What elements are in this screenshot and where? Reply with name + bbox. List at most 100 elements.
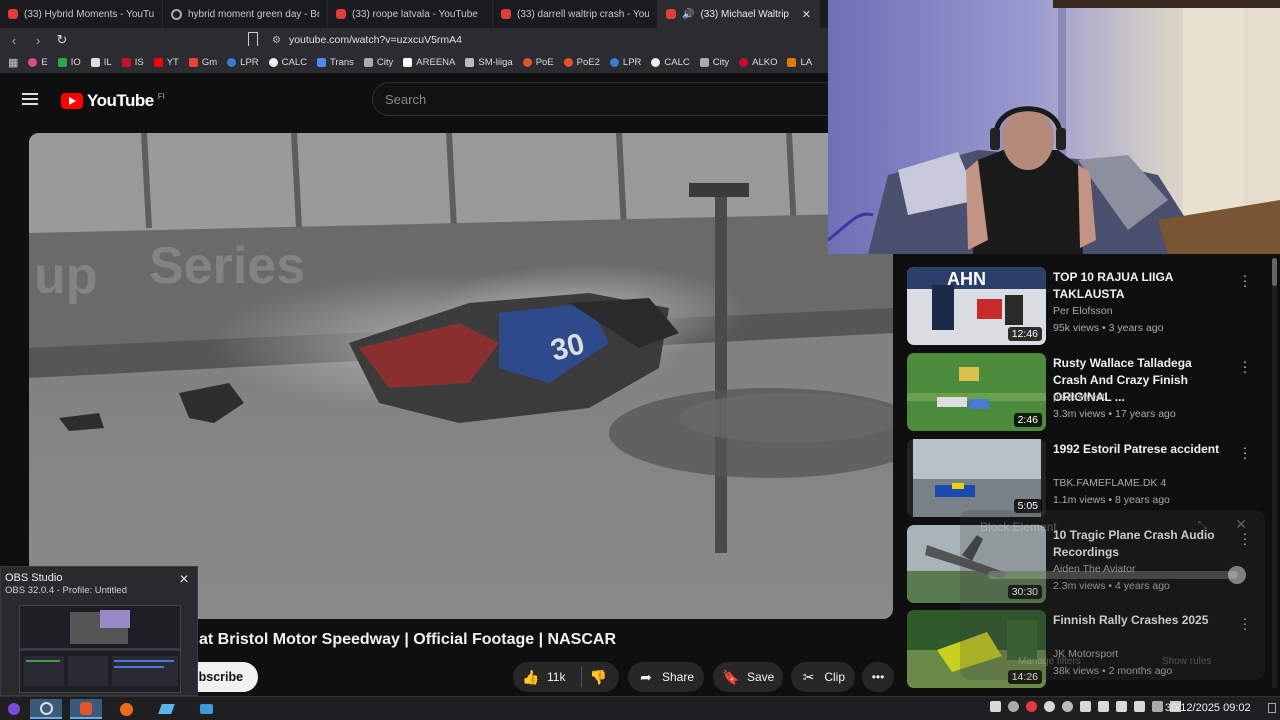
tab-darrell-waltrip[interactable]: (33) darrell waltrip crash - YouTu: [493, 0, 658, 28]
clipboard-icon[interactable]: [1098, 701, 1109, 712]
video-thumbnail[interactable]: AHN 12:46: [907, 267, 1046, 345]
like-count[interactable]: 11k: [547, 670, 565, 684]
taskbar-obs-studio[interactable]: [30, 699, 62, 719]
show-rules-button[interactable]: Show rules: [1162, 656, 1211, 667]
search-input[interactable]: Search: [372, 82, 828, 116]
tray-app-icon[interactable]: [1008, 701, 1019, 712]
steam-tray-icon[interactable]: [1044, 701, 1055, 712]
bookmark-yt[interactable]: YT: [153, 57, 179, 68]
taskbar-clock[interactable]: 30/12/2025 09:02: [1165, 702, 1251, 714]
bookmark-favicon-icon: [363, 58, 373, 67]
video-metadata: 95k views • 3 years ago: [1053, 322, 1164, 334]
like-dislike-group: 👍 11k 👎: [513, 662, 619, 692]
taskbar-firefox[interactable]: [110, 699, 142, 719]
media-play-icon[interactable]: [1062, 701, 1073, 712]
video-metadata: 1.1m views • 8 years ago: [1053, 494, 1170, 506]
tab-title: (33) Michael Waltrip Crash: [700, 8, 789, 20]
scrollbar-thumb[interactable]: [1272, 258, 1277, 286]
bookmark-favicon-icon: [121, 58, 131, 67]
bookmark-alko[interactable]: ALKO: [739, 57, 777, 68]
reload-icon[interactable]: ↻: [52, 30, 72, 50]
youtube-favicon-icon: [501, 9, 511, 19]
clip-button[interactable]: ✂ Clip: [791, 662, 855, 692]
apps-grid-icon[interactable]: ▦: [8, 56, 18, 69]
slider-knob[interactable]: [1228, 566, 1246, 584]
save-button[interactable]: 🔖 Save: [713, 662, 783, 692]
bookmark-page-icon[interactable]: [248, 32, 258, 46]
channel-name[interactable]: TBK.FAMEFLAME.DK 4: [1053, 477, 1166, 489]
taskbar-steam[interactable]: [150, 699, 182, 719]
obs-window-thumbnail[interactable]: [19, 605, 181, 693]
more-actions-button[interactable]: •••: [862, 662, 894, 692]
video-title[interactable]: TOP 10 RAJUA LIIGA TAKLAUSTA: [1053, 269, 1223, 303]
bookmark-areena[interactable]: AREENA: [403, 57, 455, 68]
more-horizontal-icon: •••: [871, 670, 885, 684]
video-title[interactable]: 1992 Estoril Patrese accident: [1053, 441, 1223, 458]
bookmark-lpr[interactable]: LPR: [227, 57, 259, 68]
start-menu-icon[interactable]: [0, 699, 28, 719]
bookmark-io[interactable]: IO: [57, 57, 81, 68]
bookmark-favicon-icon: [465, 58, 475, 67]
video-metadata: 3.3m views • 17 years ago: [1053, 408, 1176, 420]
bookmark-e[interactable]: E: [28, 57, 48, 68]
bookmark-city[interactable]: City: [363, 57, 393, 68]
close-icon[interactable]: ✕: [1235, 516, 1247, 533]
channel-name[interactable]: Per Elofsson: [1053, 305, 1113, 317]
back-arrow-icon[interactable]: ‹: [4, 30, 24, 50]
speaker-audio-icon[interactable]: 🔊: [682, 9, 694, 20]
bookmark-sm-liiga[interactable]: SM-liiga: [465, 57, 513, 68]
bookmark-city-2[interactable]: City: [699, 57, 729, 68]
video-player[interactable]: up Series 30: [29, 133, 893, 619]
video-title: at Bristol Motor Speedway | Official Foo…: [199, 631, 616, 648]
close-icon[interactable]: ✕: [179, 572, 189, 586]
bookmark-trans[interactable]: Trans: [316, 57, 354, 68]
collapse-arrows-icon[interactable]: ⤡: [1197, 518, 1207, 533]
video-thumbnail[interactable]: 5:05: [907, 439, 1046, 517]
block-element-panel: Block Element ⤡ ✕ Manage filters Show ru…: [960, 510, 1265, 680]
tray-app-icon[interactable]: [1152, 701, 1163, 712]
bookmark-poe2[interactable]: PoE2: [563, 57, 600, 68]
share-button[interactable]: ➦ Share: [628, 662, 704, 692]
recording-indicator-icon[interactable]: [1026, 701, 1037, 712]
microphone-icon[interactable]: [1116, 701, 1127, 712]
video-thumbnail[interactable]: 2:46: [907, 353, 1046, 431]
forward-arrow-icon[interactable]: ›: [28, 30, 48, 50]
more-vertical-icon[interactable]: · · ·: [1242, 440, 1248, 464]
url-field[interactable]: ⚙ youtube.com/watch?v=uzxcuV5rmA4: [272, 31, 462, 49]
recommendation-item[interactable]: 2:46 Rusty Wallace Talladega Crash And C…: [907, 353, 1267, 433]
close-tab-icon[interactable]: ✕: [802, 8, 811, 21]
bookmark-il[interactable]: IL: [90, 57, 112, 68]
bookmark-calc[interactable]: CALC: [268, 57, 307, 68]
sidebar-scrollbar[interactable]: [1272, 258, 1277, 688]
show-desktop-icon[interactable]: [1268, 703, 1276, 713]
more-vertical-icon[interactable]: · · ·: [1242, 268, 1248, 292]
recommendation-item[interactable]: 5:05 1992 Estoril Patrese accident TBK.F…: [907, 439, 1267, 519]
bookmark-poe[interactable]: PoE: [522, 57, 554, 68]
site-settings-icon[interactable]: ⚙: [272, 35, 281, 46]
specificity-slider[interactable]: [988, 571, 1238, 579]
bookmark-is[interactable]: IS: [121, 57, 144, 68]
obs-studio-preview-popup[interactable]: OBS Studio OBS 32.0.4 - Profile: Untitle…: [0, 566, 198, 696]
bookmark-lpr-2[interactable]: LPR: [609, 57, 641, 68]
taskbar-brave-browser[interactable]: [70, 699, 102, 719]
network-icon[interactable]: [1134, 701, 1145, 712]
bookmark-la[interactable]: LA: [787, 57, 812, 68]
video-duration: 2:46: [1013, 413, 1042, 427]
hamburger-menu-icon[interactable]: [22, 93, 38, 105]
more-vertical-icon[interactable]: · · ·: [1242, 354, 1248, 378]
volume-icon[interactable]: [1080, 701, 1091, 712]
tab-roope-latvala[interactable]: (33) roope latvala - YouTube: [328, 0, 493, 28]
tab-michael-waltrip-active[interactable]: 🔊 (33) Michael Waltrip Crash ✕: [658, 0, 820, 28]
thumbs-down-icon[interactable]: 👎: [590, 669, 607, 685]
bookmark-calc-2[interactable]: CALC: [651, 57, 690, 68]
bookmark-gm[interactable]: Gm: [188, 57, 217, 68]
taskbar-file-manager[interactable]: [190, 699, 222, 719]
tab-hybrid-moments[interactable]: (33) Hybrid Moments - YouTube: [0, 0, 163, 28]
recommendation-item[interactable]: AHN 12:46 TOP 10 RAJUA LIIGA TAKLAUSTA P…: [907, 267, 1267, 347]
thumbs-up-icon[interactable]: 👍: [522, 669, 539, 685]
tray-app-icon[interactable]: [990, 701, 1001, 712]
manage-filters-button[interactable]: Manage filters: [1018, 656, 1081, 667]
tab-brave-search[interactable]: hybrid moment green day - Bra: [163, 0, 328, 28]
youtube-logo[interactable]: YouTube FI: [61, 91, 165, 111]
channel-name[interactable]: ps3issweet: [1053, 391, 1105, 403]
